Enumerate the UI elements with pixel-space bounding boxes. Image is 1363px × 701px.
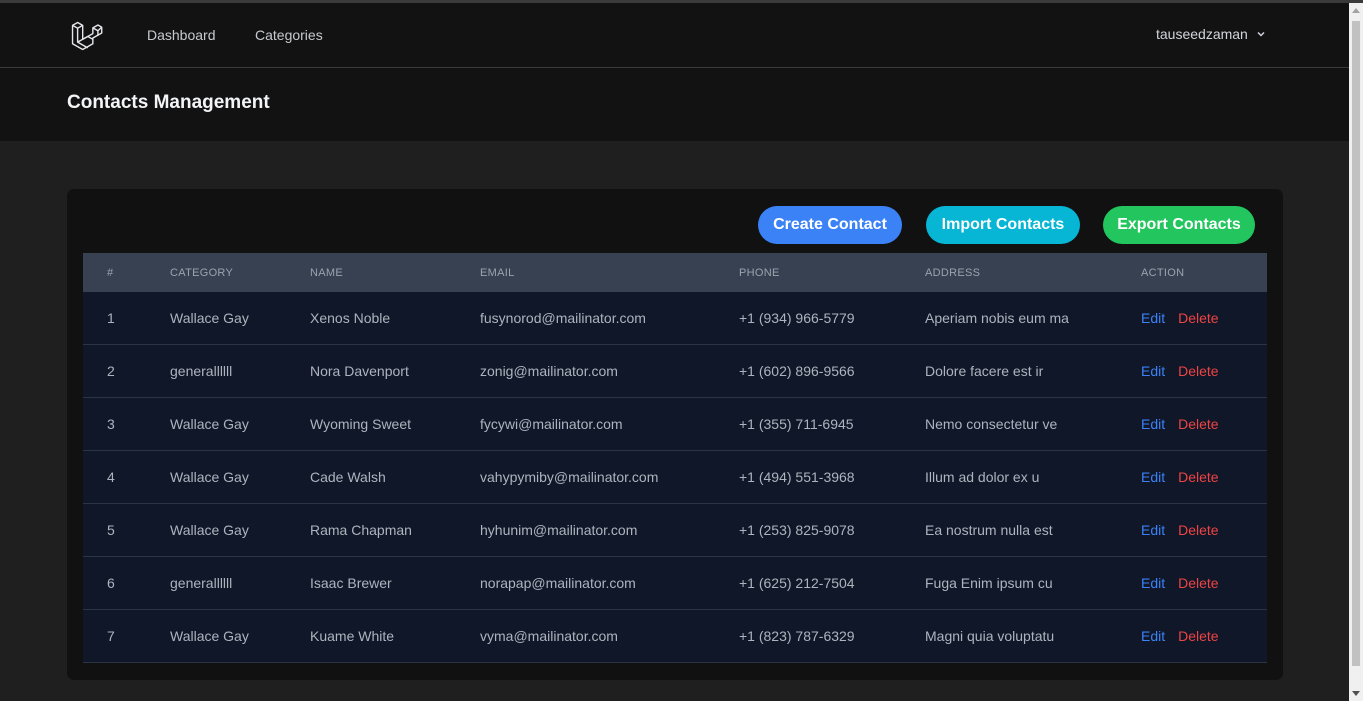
row-email: hyhunim@mailinator.com <box>480 522 638 538</box>
row-name: Isaac Brewer <box>310 575 392 591</box>
create-contact-button[interactable]: Create Contact <box>758 206 902 244</box>
delete-link[interactable]: Delete <box>1178 310 1218 326</box>
row-actions: Edit Delete <box>1141 610 1267 662</box>
row-number: 7 <box>107 628 115 644</box>
row-number: 3 <box>107 416 115 432</box>
row-category: Wallace Gay <box>170 416 249 432</box>
table-row: 7 Wallace Gay Kuame White vyma@mailinator.c… <box>83 610 1267 663</box>
contacts-table: # Category Name Email Phone Address Acti… <box>83 253 1267 663</box>
table-header: # Category Name Email Phone Address Acti… <box>83 253 1267 292</box>
scrollbar-thumb[interactable] <box>1352 21 1360 666</box>
row-address: Aperiam nobis eum ma <box>925 310 1069 326</box>
row-email: vyma@mailinator.com <box>480 628 618 644</box>
nav-link-categories[interactable]: Categories <box>255 27 323 43</box>
delete-link[interactable]: Delete <box>1178 575 1218 591</box>
row-number: 6 <box>107 575 115 591</box>
column-header-number: # <box>107 266 114 279</box>
row-actions: Edit Delete <box>1141 292 1267 344</box>
row-number: 1 <box>107 310 115 326</box>
row-phone: +1 (823) 787-6329 <box>739 628 855 644</box>
row-category: Wallace Gay <box>170 522 249 538</box>
row-email: zonig@mailinator.com <box>480 363 618 379</box>
top-navbar: Dashboard Categories tauseedzaman <box>0 3 1349 68</box>
table-row: 3 Wallace Gay Wyoming Sweet fycywi@mailinat… <box>83 398 1267 451</box>
page-header: Contacts Management <box>0 68 1349 141</box>
table-row: 6 generallllll Isaac Brewer norapap@mailina… <box>83 557 1267 610</box>
user-name: tauseedzaman <box>1156 26 1248 42</box>
row-phone: +1 (602) 896-9566 <box>739 363 855 379</box>
import-contacts-button[interactable]: Import Contacts <box>926 206 1080 244</box>
edit-link[interactable]: Edit <box>1141 363 1165 379</box>
table-row: 2 generallllll Nora Davenport zonig@mailina… <box>83 345 1267 398</box>
row-category: Wallace Gay <box>170 469 249 485</box>
edit-link[interactable]: Edit <box>1141 522 1165 538</box>
row-email: fycywi@mailinator.com <box>480 416 623 432</box>
row-number: 4 <box>107 469 115 485</box>
delete-link[interactable]: Delete <box>1178 416 1218 432</box>
nav-link-dashboard[interactable]: Dashboard <box>147 27 216 43</box>
contacts-card: Create Contact Import Contacts Export Co… <box>67 189 1283 680</box>
table-row: 5 Wallace Gay Rama Chapman hyhunim@mailinat… <box>83 504 1267 557</box>
row-email: vahypymiby@mailinator.com <box>480 469 659 485</box>
row-category: generallllll <box>170 363 233 379</box>
column-header-address: Address <box>925 266 981 279</box>
table-row: 4 Wallace Gay Cade Walsh vahypymiby@mailina… <box>83 451 1267 504</box>
row-phone: +1 (253) 825-9078 <box>739 522 855 538</box>
row-name: Cade Walsh <box>310 469 386 485</box>
column-header-action: Action <box>1141 266 1185 279</box>
export-contacts-button[interactable]: Export Contacts <box>1103 206 1255 244</box>
column-header-category: Category <box>170 266 234 279</box>
column-header-phone: Phone <box>739 266 780 279</box>
row-category: generallllll <box>170 575 233 591</box>
edit-link[interactable]: Edit <box>1141 575 1165 591</box>
row-address: Magni quia voluptatu <box>925 628 1055 644</box>
row-address: Dolore facere est ir <box>925 363 1044 379</box>
row-number: 5 <box>107 522 115 538</box>
row-actions: Edit Delete <box>1141 504 1267 556</box>
edit-link[interactable]: Edit <box>1141 416 1165 432</box>
row-email: fusynorod@mailinator.com <box>480 310 646 326</box>
edit-link[interactable]: Edit <box>1141 310 1165 326</box>
delete-link[interactable]: Delete <box>1178 363 1218 379</box>
row-email: norapap@mailinator.com <box>480 575 636 591</box>
row-actions: Edit Delete <box>1141 345 1267 397</box>
delete-link[interactable]: Delete <box>1178 469 1218 485</box>
row-phone: +1 (625) 212-7504 <box>739 575 855 591</box>
chevron-down-icon <box>1257 31 1265 37</box>
table-body: 1 Wallace Gay Xenos Noble fusynorod@mailina… <box>83 292 1267 663</box>
edit-link[interactable]: Edit <box>1141 469 1165 485</box>
vertical-scrollbar[interactable] <box>1349 3 1363 701</box>
row-name: Wyoming Sweet <box>310 416 412 432</box>
edit-link[interactable]: Edit <box>1141 628 1165 644</box>
user-menu[interactable]: tauseedzaman <box>1156 26 1266 42</box>
row-name: Kuame White <box>310 628 395 644</box>
delete-link[interactable]: Delete <box>1178 628 1218 644</box>
row-name: Xenos Noble <box>310 310 391 326</box>
row-address: Ea nostrum nulla est <box>925 522 1053 538</box>
row-phone: +1 (494) 551-3968 <box>739 469 855 485</box>
row-address: Fuga Enim ipsum cu <box>925 575 1053 591</box>
table-row: 1 Wallace Gay Xenos Noble fusynorod@mailina… <box>83 292 1267 345</box>
row-phone: +1 (355) 711-6945 <box>739 416 854 432</box>
row-actions: Edit Delete <box>1141 398 1267 450</box>
scroll-down-arrow-icon[interactable] <box>1352 691 1360 696</box>
row-name: Nora Davenport <box>310 363 409 379</box>
row-address: Illum ad dolor ex u <box>925 469 1040 485</box>
row-actions: Edit Delete <box>1141 451 1267 503</box>
laravel-logo-icon[interactable] <box>70 19 103 52</box>
column-header-name: Name <box>310 266 343 279</box>
row-number: 2 <box>107 363 115 379</box>
scroll-up-arrow-icon[interactable] <box>1352 8 1360 13</box>
row-name: Rama Chapman <box>310 522 412 538</box>
column-header-email: Email <box>480 266 515 279</box>
row-actions: Edit Delete <box>1141 557 1267 609</box>
row-address: Nemo consectetur ve <box>925 416 1058 432</box>
delete-link[interactable]: Delete <box>1178 522 1218 538</box>
row-category: Wallace Gay <box>170 310 249 326</box>
row-phone: +1 (934) 966-5779 <box>739 310 855 326</box>
row-category: Wallace Gay <box>170 628 249 644</box>
page-title: Contacts Management <box>67 92 270 113</box>
